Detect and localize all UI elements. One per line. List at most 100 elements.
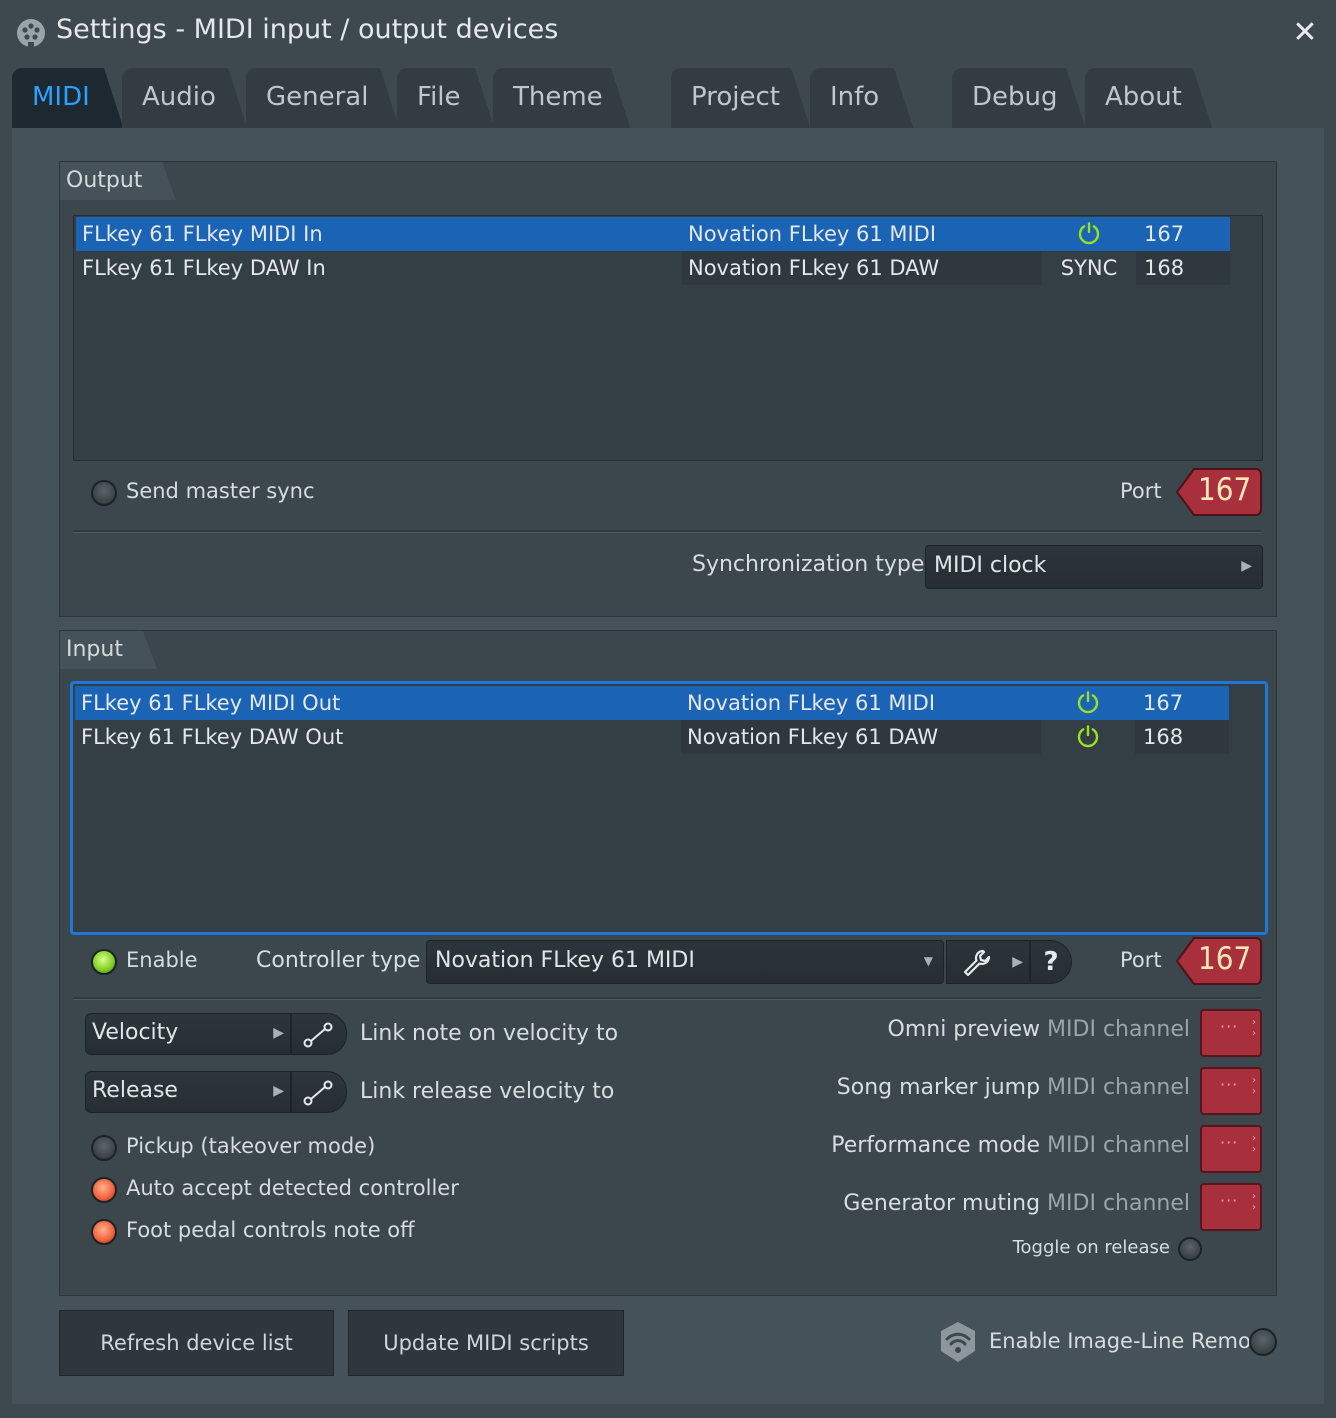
tab-general[interactable]: General	[246, 68, 400, 130]
channel-suffix: MIDI channel	[1047, 1017, 1190, 1042]
controller-name: Novation FLkey 61 DAW	[687, 725, 939, 749]
dropdown-arrow-icon: ▶	[273, 1025, 284, 1041]
chevron-icon: › ›	[1252, 1075, 1256, 1097]
enable-radio[interactable]	[91, 949, 117, 975]
power-icon	[1077, 691, 1099, 714]
settings-tabs: MIDI Audio General File Theme Project In…	[0, 64, 1336, 130]
velocity-link-label: Link note on velocity to	[360, 1021, 619, 1046]
channel-name: Generator muting	[843, 1191, 1041, 1216]
pickup-label: Pickup (takeover mode)	[126, 1134, 376, 1158]
channel-value: ···	[1220, 1133, 1239, 1152]
performance-mode-channel-button[interactable]: ··· › ›	[1200, 1125, 1262, 1173]
controller-name: Novation FLkey 61 MIDI	[688, 222, 937, 246]
velocity-select-value: Velocity	[92, 1020, 179, 1045]
input-device-list[interactable]: FLkey 61 FLkey MIDI Out Novation FLkey 6…	[70, 681, 1268, 935]
song-marker-label: Song marker jump MIDI channel	[837, 1075, 1190, 1100]
pickup-radio[interactable]	[91, 1135, 117, 1161]
auto-accept-label: Auto accept detected controller	[126, 1176, 459, 1200]
performance-mode-label: Performance mode MIDI channel	[831, 1133, 1190, 1158]
enable-label: Enable	[126, 948, 198, 972]
update-midi-scripts-button[interactable]: Update MIDI scripts	[348, 1310, 624, 1376]
foot-pedal-label: Foot pedal controls note off	[126, 1218, 415, 1242]
input-divider	[73, 997, 1261, 1000]
release-select[interactable]: Release ▶	[85, 1071, 291, 1113]
power-icon	[1077, 725, 1099, 748]
tab-file[interactable]: File	[397, 68, 495, 130]
output-port-value: 167	[1198, 472, 1252, 508]
input-row-1[interactable]: FLkey 61 FLkey MIDI Out Novation FLkey 6…	[75, 686, 1229, 720]
input-port-badge[interactable]: 167	[1176, 937, 1262, 985]
output-port-label: Port	[1120, 479, 1162, 503]
channel-value: ···	[1220, 1017, 1239, 1036]
output-device-list[interactable]: FLkey 61 FLkey MIDI In Novation FLkey 61…	[73, 215, 1263, 461]
refresh-device-list-button[interactable]: Refresh device list	[59, 1310, 334, 1376]
channel-value: ···	[1220, 1075, 1239, 1094]
send-master-sync-label: Send master sync	[126, 479, 315, 503]
tab-project[interactable]: Project	[671, 68, 811, 130]
port-enable-toggle[interactable]	[1047, 686, 1129, 720]
foot-pedal-radio[interactable]	[91, 1219, 117, 1245]
controller-type-value: Novation FLkey 61 MIDI	[435, 948, 695, 973]
output-row-2[interactable]: FLkey 61 FLkey DAW In Novation FLkey 61 …	[76, 251, 1230, 285]
port-number: 167	[1143, 691, 1184, 715]
channel-suffix: MIDI channel	[1047, 1191, 1190, 1216]
channel-suffix: MIDI channel	[1047, 1075, 1190, 1100]
tab-midi[interactable]: MIDI	[12, 68, 124, 130]
velocity-select[interactable]: Velocity ▶	[85, 1013, 291, 1055]
device-name: FLkey 61 FLkey MIDI In	[82, 222, 323, 246]
tab-info[interactable]: Info	[810, 68, 914, 130]
channel-value: ···	[1220, 1191, 1239, 1210]
output-row-1[interactable]: FLkey 61 FLkey MIDI In Novation FLkey 61…	[76, 217, 1230, 251]
controller-settings-button[interactable]: ▶	[946, 940, 1030, 984]
channel-name: Song marker jump	[836, 1075, 1041, 1100]
controller-type-dropdown[interactable]: Novation FLkey 61 MIDI ▼	[426, 940, 944, 984]
sync-type-dropdown[interactable]: MIDI clock ▶	[925, 545, 1263, 589]
close-button[interactable]: ✕	[1288, 16, 1322, 50]
omni-preview-channel-button[interactable]: ··· › ›	[1200, 1009, 1262, 1057]
wifi-shield-icon	[941, 1322, 975, 1362]
link-icon	[303, 1022, 333, 1048]
chevron-icon: › ›	[1252, 1191, 1256, 1213]
release-link-label: Link release velocity to	[360, 1079, 615, 1104]
port-number: 167	[1144, 222, 1185, 246]
chevron-icon: › ›	[1252, 1133, 1256, 1155]
song-marker-channel-button[interactable]: ··· › ›	[1200, 1067, 1262, 1115]
enable-remote-radio[interactable]	[1249, 1328, 1277, 1356]
port-number: 168	[1143, 725, 1184, 749]
device-name: FLkey 61 FLkey DAW In	[82, 256, 326, 280]
midi-plug-icon	[17, 19, 45, 47]
dropdown-arrow-icon: ▶	[1241, 558, 1252, 574]
chevron-icon: › ›	[1252, 1017, 1256, 1039]
tab-audio[interactable]: Audio	[122, 68, 248, 130]
help-button[interactable]: ?	[1030, 940, 1072, 984]
generator-muting-channel-button[interactable]: ··· › ›	[1200, 1183, 1262, 1231]
controller-name: Novation FLkey 61 DAW	[688, 256, 940, 280]
sync-status[interactable]: SYNC	[1048, 251, 1130, 285]
toggle-on-release-label: Toggle on release	[1012, 1237, 1170, 1258]
dropdown-arrow-icon: ▶	[273, 1083, 284, 1099]
tab-theme[interactable]: Theme	[493, 68, 631, 130]
input-row-2[interactable]: FLkey 61 FLkey DAW Out Novation FLkey 61…	[75, 720, 1229, 754]
tab-content: Output FLkey 61 FLkey MIDI In Novation F…	[12, 128, 1324, 1404]
device-name: FLkey 61 FLkey DAW Out	[81, 725, 344, 749]
sync-type-label: Synchronization type	[692, 552, 925, 577]
tab-about[interactable]: About	[1085, 68, 1213, 130]
send-master-sync-radio[interactable]	[91, 480, 117, 506]
enable-remote-label: Enable Image-Line Remote	[989, 1329, 1273, 1353]
channel-name: Omni preview	[887, 1017, 1041, 1042]
release-link-button[interactable]	[291, 1071, 347, 1113]
tab-debug[interactable]: Debug	[952, 68, 1086, 130]
output-divider	[73, 530, 1261, 533]
controller-name: Novation FLkey 61 MIDI	[687, 691, 936, 715]
port-enable-toggle[interactable]	[1048, 217, 1130, 251]
output-port-badge[interactable]: 167	[1176, 468, 1262, 516]
window-title: Settings - MIDI input / output devices	[56, 14, 559, 45]
settings-window: Settings - MIDI input / output devices ✕…	[0, 0, 1336, 1418]
submenu-arrow-icon: ▶	[1012, 954, 1023, 970]
toggle-on-release-radio[interactable]	[1178, 1237, 1202, 1261]
port-number: 168	[1144, 256, 1185, 280]
port-enable-toggle[interactable]	[1047, 720, 1129, 754]
channel-suffix: MIDI channel	[1047, 1133, 1190, 1158]
velocity-link-button[interactable]	[291, 1013, 347, 1055]
auto-accept-radio[interactable]	[91, 1177, 117, 1203]
